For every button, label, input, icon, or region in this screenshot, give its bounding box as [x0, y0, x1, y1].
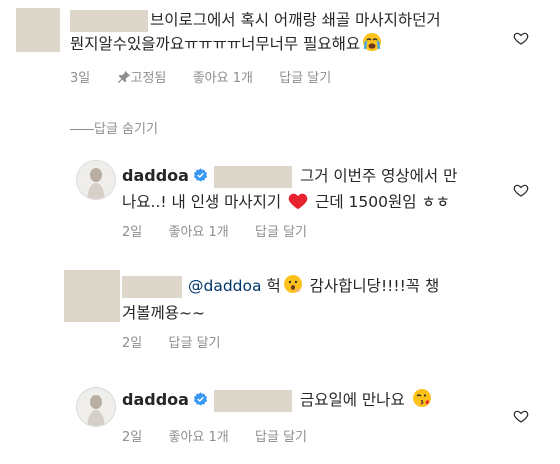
reply-meta: 2일 좋아요 1개 답글 달기	[122, 221, 307, 240]
likes-count[interactable]: 좋아요 1개	[193, 71, 253, 86]
reply-button[interactable]: 답글 달기	[255, 430, 307, 445]
username-redacted[interactable]	[70, 9, 148, 32]
username-redacted[interactable]	[213, 165, 292, 188]
mention-link[interactable]: @daddoa	[188, 277, 262, 295]
username[interactable]: daddoa	[122, 390, 189, 409]
username-redacted[interactable]	[122, 275, 182, 298]
verified-badge-icon	[193, 390, 208, 414]
reply-text: daddoa 그거 이번주 영상에서 만 나요..! 내 인생 마사지기 근데 1…	[122, 164, 512, 217]
avatar-daddoa[interactable]	[76, 387, 116, 427]
comment-age: 3일	[70, 71, 91, 86]
likes-count[interactable]: 좋아요 1개	[169, 430, 229, 445]
comment-text: 브이로그에서 혹시 어깨랑 쇄골 마사지하던거 뭔지알수있을까요ㅠㅠㅠㅠ너무너무…	[70, 8, 510, 59]
reply-button[interactable]: 답글 달기	[169, 336, 221, 351]
username[interactable]: daddoa	[122, 166, 189, 185]
like-heart-icon[interactable]	[513, 30, 529, 46]
avatar-redacted[interactable]	[64, 270, 120, 322]
loudly-crying-emoji-icon	[362, 32, 382, 59]
like-heart-icon[interactable]	[513, 182, 529, 198]
face-blowing-kiss-emoji-icon	[412, 388, 432, 415]
avatar-redacted[interactable]	[16, 8, 60, 52]
hide-replies-toggle[interactable]: 답글 숨기기	[70, 118, 158, 137]
reply-age: 2일	[122, 336, 143, 351]
verified-badge-icon	[193, 166, 208, 190]
reply-text: @daddoa 헉 감사합니당!!!!꼭 챙 겨볼께용~~	[122, 274, 512, 325]
reply-text: daddoa 금요일에 만나요	[122, 388, 512, 415]
red-heart-emoji-icon	[288, 192, 308, 217]
reply-age: 2일	[122, 225, 143, 240]
likes-count[interactable]: 좋아요 1개	[169, 225, 229, 240]
divider	[70, 129, 94, 130]
hushed-face-emoji-icon	[283, 274, 303, 301]
comment-meta: 3일 고정됨 좋아요 1개 답글 달기	[70, 67, 331, 88]
reply-meta: 2일 좋아요 1개 답글 달기	[122, 426, 307, 445]
like-heart-icon[interactable]	[513, 408, 529, 424]
reply-button[interactable]: 답글 달기	[255, 225, 307, 240]
reply-meta: 2일 답글 달기	[122, 332, 221, 351]
pin-icon	[117, 70, 131, 88]
pinned-label: 고정됨	[130, 71, 167, 86]
username-redacted[interactable]	[213, 389, 292, 412]
avatar-daddoa[interactable]	[76, 160, 116, 200]
reply-age: 2일	[122, 430, 143, 445]
reply-button[interactable]: 답글 달기	[279, 71, 331, 86]
